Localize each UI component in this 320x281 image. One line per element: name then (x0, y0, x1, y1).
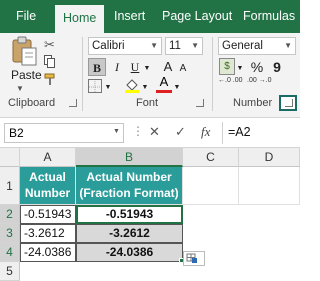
cut-icon[interactable]: ✂ (44, 37, 55, 53)
cell-a1[interactable]: Actual Number (20, 167, 76, 205)
column-header-b[interactable]: B (76, 148, 183, 167)
formula-bar-divider (222, 122, 223, 144)
font-name-combo[interactable]: Calibri ▼ (88, 37, 162, 55)
chevron-down-icon: ▼ (191, 41, 199, 50)
column-header-d[interactable]: D (239, 148, 300, 167)
cell-b2[interactable]: -0.51943 (76, 205, 183, 224)
font-size-value: 11 (169, 40, 181, 52)
column-header-a[interactable]: A (20, 148, 76, 167)
font-size-combo[interactable]: 11 ▼ (165, 37, 203, 55)
quick-analysis-icon (186, 253, 197, 263)
column-header-c[interactable]: C (183, 148, 239, 167)
cell-a2[interactable]: -0.51943 (20, 205, 76, 224)
accounting-dropdown-icon[interactable]: ▼ (236, 60, 244, 78)
formula-input[interactable]: =A2 (228, 125, 251, 139)
cell-c1[interactable] (183, 167, 239, 205)
row-header-4[interactable]: 4 (0, 243, 20, 262)
cell-a3[interactable]: -3.2612 (20, 224, 76, 243)
paste-dropdown-icon[interactable]: ▼ (16, 84, 24, 93)
copy-icon[interactable] (44, 55, 55, 68)
row-header-5[interactable]: 5 (0, 262, 20, 281)
confirm-edit-button[interactable]: ✓ (175, 124, 186, 140)
font-group-label: Font (136, 97, 159, 109)
decrease-decimal-button[interactable]: .00 →.0 (247, 77, 273, 85)
worksheet-grid: A B C D 1 2 3 4 5 Actual Number Actual N… (0, 148, 300, 281)
number-format-value: General (222, 40, 263, 52)
chevron-down-icon: ▼ (150, 41, 158, 50)
borders-dropdown-icon[interactable]: ▼ (104, 79, 112, 97)
row-header-3[interactable]: 3 (0, 224, 20, 243)
number-format-launcher-button[interactable] (279, 95, 297, 111)
increase-decimal-button[interactable]: ←.0 .00 (218, 77, 244, 85)
clipboard-launcher-icon[interactable] (69, 99, 77, 107)
number-format-combo[interactable]: General ▼ (218, 37, 296, 55)
format-painter-icon[interactable] (44, 73, 56, 85)
group-divider (212, 37, 213, 111)
underline-button[interactable]: U (128, 58, 142, 76)
launcher-icon (285, 99, 293, 107)
group-divider (82, 37, 83, 111)
name-box-dropdown-icon[interactable]: ▼ (113, 128, 120, 135)
row-header-2[interactable]: 2 (0, 205, 20, 224)
cell-b3[interactable]: -3.2612 (76, 224, 183, 243)
cancel-edit-button[interactable]: ✕ (149, 124, 160, 140)
tab-file[interactable]: File (16, 0, 36, 33)
font-color-icon[interactable]: A (156, 75, 172, 93)
tab-insert[interactable]: Insert (114, 0, 145, 33)
accounting-format-button[interactable]: $ (219, 58, 235, 75)
borders-icon[interactable] (88, 79, 102, 93)
cell-b1[interactable]: Actual Number (Fraction Format) (76, 167, 183, 205)
clipboard-group-label: Clipboard (8, 97, 56, 109)
shrink-font-button[interactable]: A (178, 60, 188, 78)
cell-d1[interactable] (239, 167, 300, 205)
select-all-corner[interactable] (0, 148, 20, 167)
tab-page-layout[interactable]: Page Layout (162, 0, 232, 33)
tab-home[interactable]: Home (55, 5, 105, 33)
underline-dropdown-icon[interactable]: ▼ (143, 60, 151, 78)
insert-function-button[interactable]: fx (201, 124, 210, 140)
cell-b4[interactable]: -24.0386 (76, 243, 183, 262)
cell-a4[interactable]: -24.0386 (20, 243, 76, 262)
tab-formulas[interactable]: Formulas (243, 0, 295, 33)
paste-button[interactable]: Paste (11, 68, 42, 82)
row-header-1[interactable]: 1 (0, 167, 20, 205)
comma-style-button[interactable]: 9 (270, 58, 284, 76)
fill-color-dropdown-icon[interactable]: ▼ (141, 79, 149, 97)
ribbon-home: Paste ▼ ✂ Clipboard Calibri ▼ 11 ▼ B I U… (0, 33, 300, 118)
fill-color-icon[interactable] (124, 77, 140, 93)
paste-icon[interactable] (10, 36, 40, 68)
font-name-value: Calibri (92, 40, 125, 52)
italic-button[interactable]: I (110, 58, 124, 76)
quick-analysis-button[interactable] (183, 251, 205, 266)
ribbon-tab-bar: File Home Insert Page Layout Formulas (0, 0, 300, 33)
number-group-label: Number (233, 97, 273, 109)
font-color-dropdown-icon[interactable]: ▼ (173, 79, 181, 97)
chevron-down-icon: ▼ (284, 41, 292, 50)
formula-bar: B2 ▼ ⋮ ✕ ✓ fx =A2 (0, 118, 300, 148)
bold-button[interactable]: B (88, 58, 106, 76)
percent-style-button[interactable]: % (250, 58, 264, 76)
name-box[interactable]: B2 (4, 123, 124, 143)
more-options-icon: ⋮ (132, 124, 144, 138)
font-launcher-icon[interactable] (196, 99, 204, 107)
